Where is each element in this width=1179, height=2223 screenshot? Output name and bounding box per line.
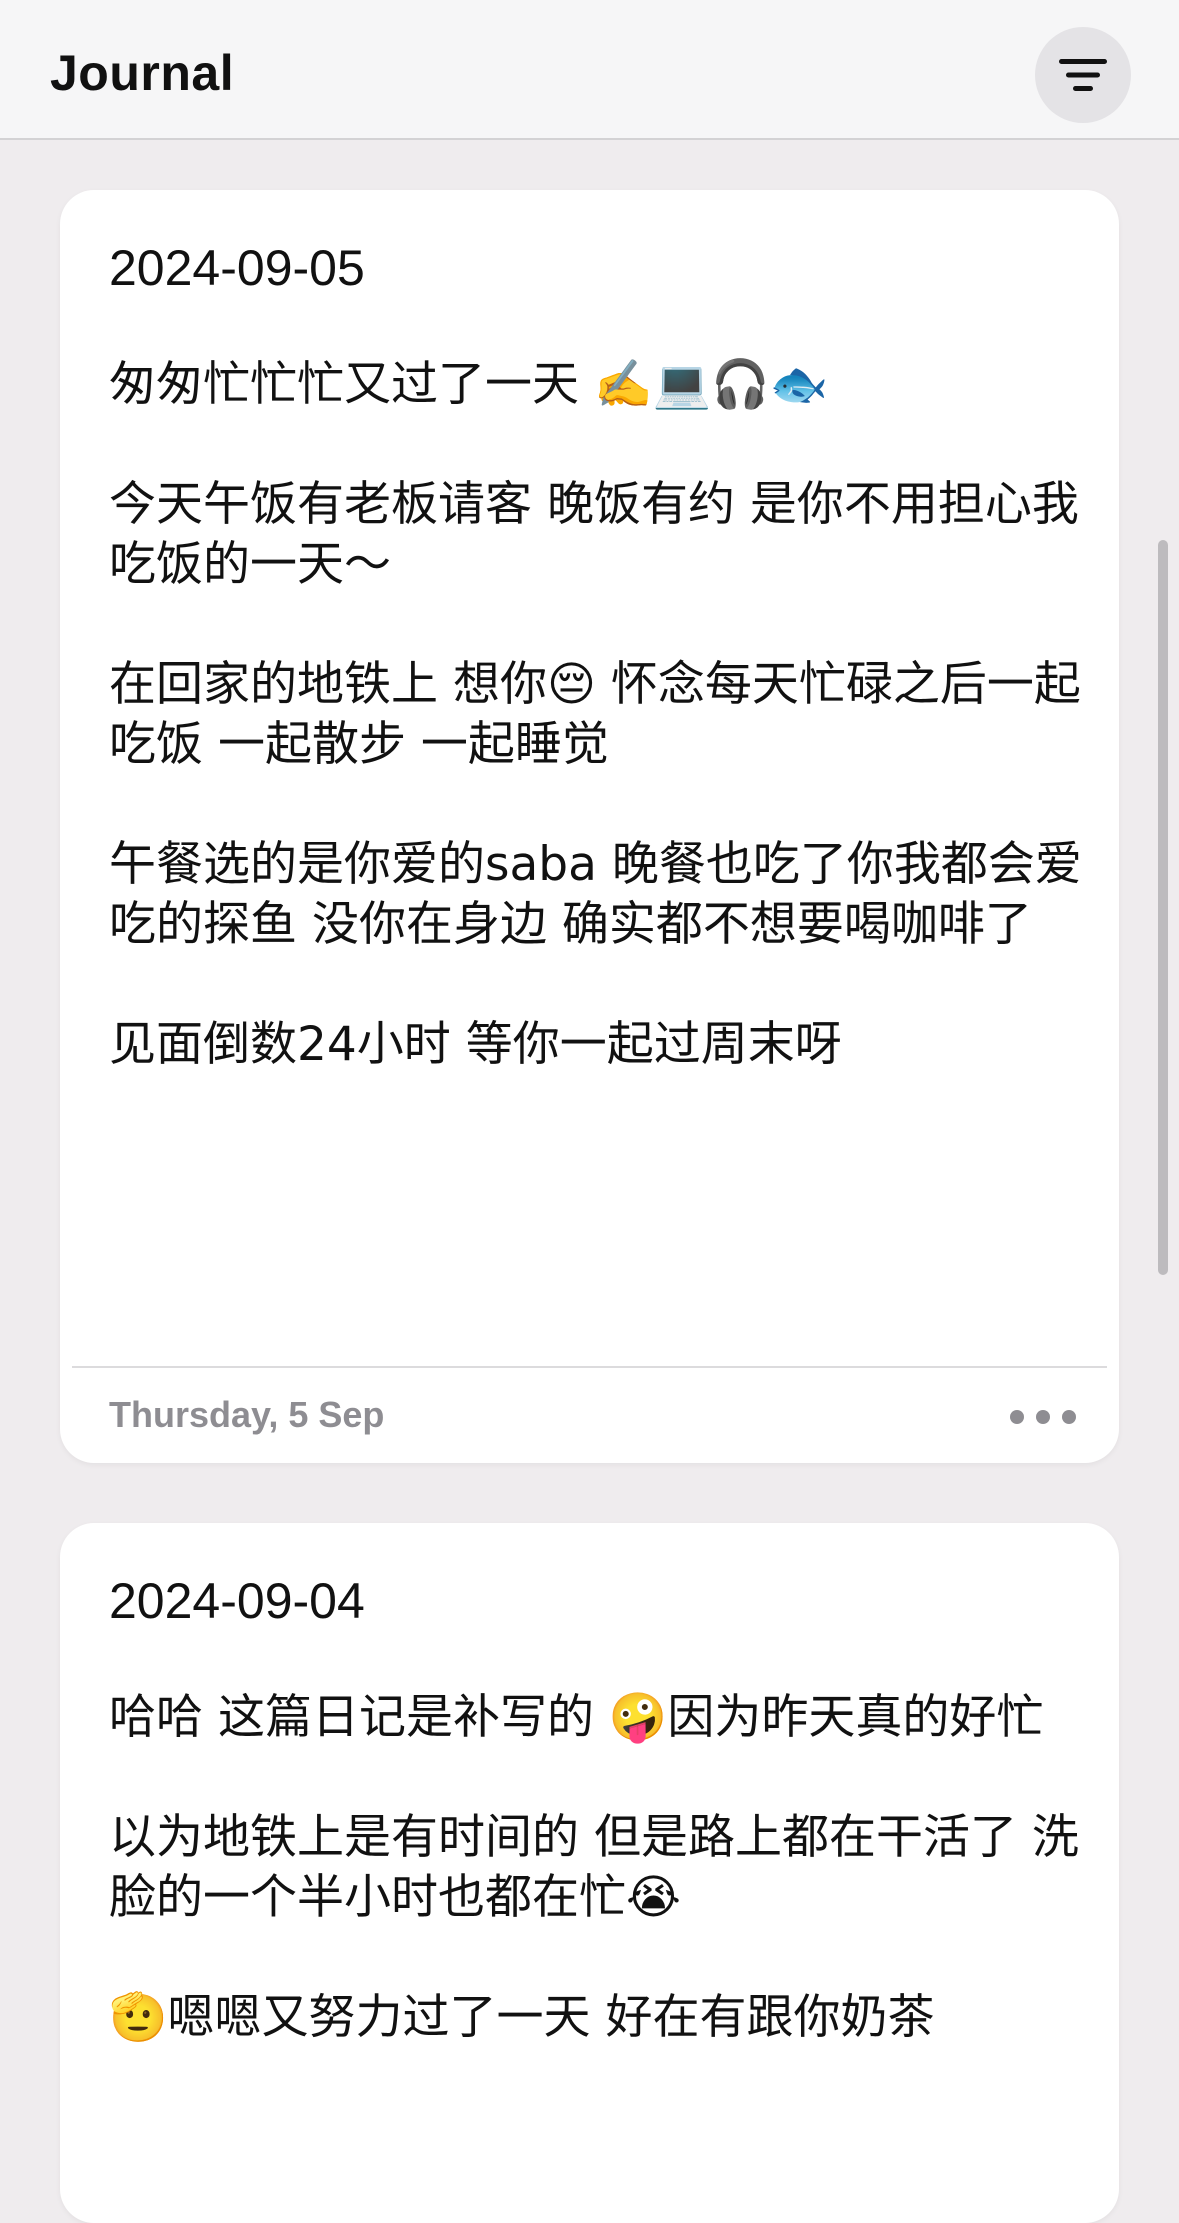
journal-entry-card[interactable]: 2024-09-04 哈哈 这篇日记是补写的 🤪因为昨天真的好忙 以为地铁上是有… — [60, 1523, 1119, 2223]
entry-title: 2024-09-05 — [109, 240, 365, 296]
filter-button[interactable] — [1035, 27, 1131, 123]
entry-paragraph: 在回家的地铁上 想你😔 怀念每天忙碌之后一起吃饭 一起散步 一起睡觉 — [109, 657, 1081, 772]
page-title: Journal — [50, 45, 235, 101]
card-divider — [72, 1366, 1107, 1368]
entry-date: Thursday, 5 Sep — [109, 1394, 385, 1435]
journal-entry-card[interactable]: 2024-09-05 匆匆忙忙忙又过了一天 ✍️💻🎧🐟 今天午饭有老板请客 晚饭… — [60, 190, 1119, 1463]
entry-paragraph: 今天午饭有老板请客 晚饭有约 是你不用担心我吃饭的一天～ — [109, 477, 1079, 592]
entry-title: 2024-09-04 — [109, 1573, 365, 1629]
more-options-button[interactable] — [1010, 1402, 1076, 1432]
nav-bar: Journal — [0, 0, 1179, 140]
ellipsis-icon — [1036, 1410, 1050, 1424]
ellipsis-icon — [1010, 1410, 1024, 1424]
entry-paragraph: 见面倒数24小时 等你一起过周末呀 — [109, 1017, 842, 1072]
entry-body: 匆匆忙忙忙又过了一天 ✍️💻🎧🐟 今天午饭有老板请客 晚饭有约 是你不用担心我吃… — [109, 355, 1109, 1135]
scroll-indicator[interactable] — [1158, 540, 1168, 1275]
ellipsis-icon — [1062, 1410, 1076, 1424]
entry-paragraph: 午餐选的是你爱的saba 晚餐也吃了你我都会爱吃的探鱼 没你在身边 确实都不想要… — [109, 837, 1082, 952]
filter-lines-icon — [1059, 58, 1107, 92]
entry-paragraph: 🫡嗯嗯又努力过了一天 好在有跟你奶茶 — [109, 1990, 935, 2045]
entry-body: 哈哈 这篇日记是补写的 🤪因为昨天真的好忙 以为地铁上是有时间的 但是路上都在干… — [109, 1688, 1109, 2108]
entry-paragraph: 匆匆忙忙忙又过了一天 ✍️💻🎧🐟 — [109, 357, 829, 412]
entry-paragraph: 哈哈 这篇日记是补写的 🤪因为昨天真的好忙 — [109, 1690, 1044, 1745]
entry-paragraph: 以为地铁上是有时间的 但是路上都在干活了 洗脸的一个半小时也都在忙😭 — [109, 1810, 1079, 1925]
